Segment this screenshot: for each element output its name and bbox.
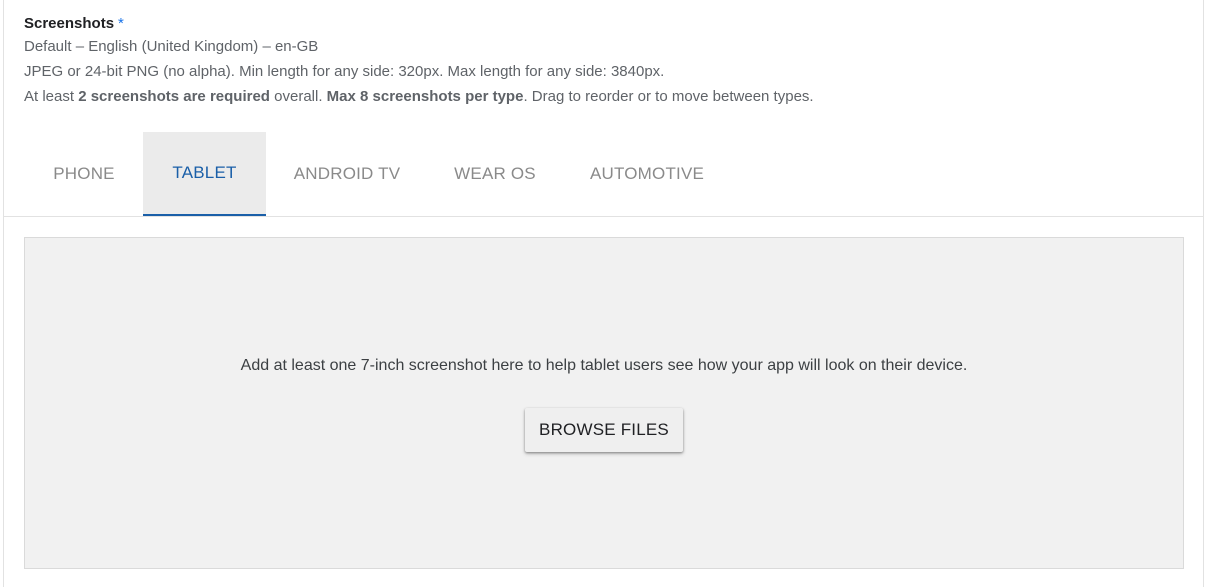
tab-tablet[interactable]: TABLET <box>143 132 266 216</box>
screenshot-dropzone[interactable]: Add at least one 7-inch screenshot here … <box>24 237 1184 569</box>
format-requirements: JPEG or 24-bit PNG (no alpha). Min lengt… <box>24 63 665 80</box>
language-line: Default – English (United Kingdom) – en-… <box>24 38 319 55</box>
browse-files-button[interactable]: BROWSE FILES <box>525 408 683 452</box>
requirements-max-bold: Max 8 screenshots per type <box>326 88 524 105</box>
section-title: Screenshots <box>24 15 115 32</box>
screenshots-header: Screenshots * Default – English (United K… <box>24 14 814 109</box>
requirements-min-bold: 2 screenshots are required <box>78 88 270 105</box>
tab-phone[interactable]: PHONE <box>33 132 135 216</box>
count-requirements: At least 2 screenshots are required over… <box>24 84 814 109</box>
tab-automotive[interactable]: AUTOMOTIVE <box>576 132 718 216</box>
requirements-middle: overall. <box>269 88 327 105</box>
screenshots-card: Screenshots * Default – English (United K… <box>3 0 1204 587</box>
tab-android-tv[interactable]: ANDROID TV <box>282 132 412 216</box>
section-title-row: Screenshots * <box>24 14 814 34</box>
requirements-prefix: At least <box>24 88 79 105</box>
required-marker: * <box>118 15 124 32</box>
device-type-tabs: PHONE TABLET ANDROID TV WEAR OS AUTOMOTI… <box>4 132 1203 217</box>
dropzone-message: Add at least one 7-inch screenshot here … <box>240 357 968 374</box>
requirements-suffix: . Drag to reorder or to move between typ… <box>523 88 814 105</box>
tab-wear-os[interactable]: WEAR OS <box>440 132 550 216</box>
